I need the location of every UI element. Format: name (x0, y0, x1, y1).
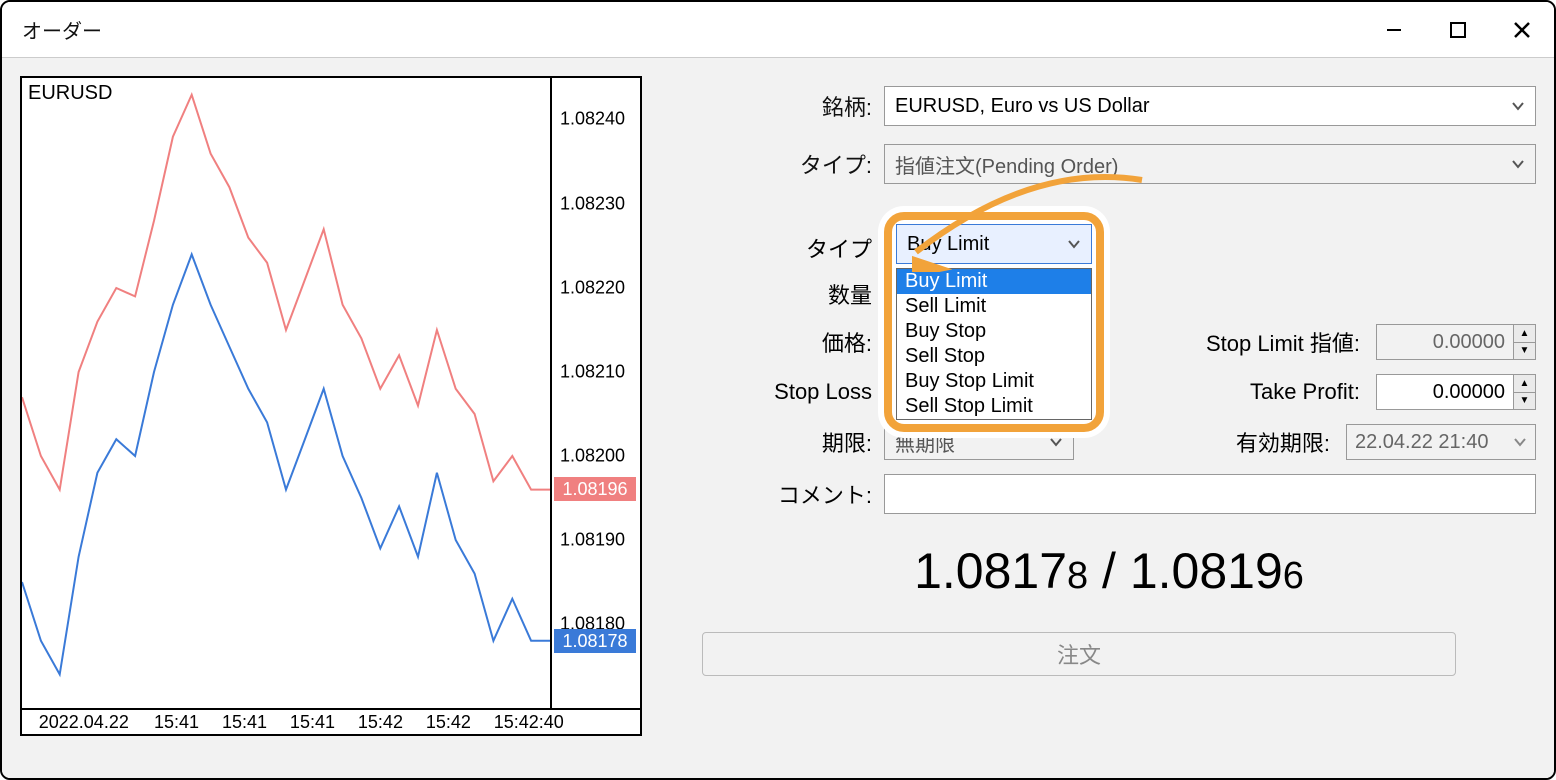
takeprofit-spinner[interactable]: ▲▼ (1514, 374, 1536, 410)
price-separator: / (1088, 543, 1130, 599)
y-tick: 1.08200 (560, 446, 625, 467)
chevron-down-icon (1513, 435, 1527, 449)
stoplimit-value: 0.00000 (1376, 324, 1514, 360)
y-tick: 1.08230 (560, 194, 625, 215)
order-type-dropdown-value: 指値注文(Pending Order) (895, 150, 1118, 179)
chart-plot[interactable] (22, 78, 552, 708)
x-tick: 15:42 (358, 712, 403, 733)
chart-symbol-title: EURUSD (28, 82, 112, 105)
bid-ask-display: 1.08178 / 1.08196 (682, 542, 1536, 600)
chevron-down-icon (1511, 157, 1525, 171)
bid-main: 1.0817 (914, 543, 1067, 599)
pending-type-callout: Buy Limit Buy Limit Sell Limit Buy Stop … (884, 212, 1104, 432)
bid-sub: 8 (1067, 555, 1088, 597)
place-order-button[interactable]: 注文 (702, 632, 1456, 676)
valid-until-label: 有効期限: (1150, 426, 1330, 458)
chevron-down-icon (1067, 237, 1081, 251)
chart-x-axis: 2022.04.22 15:41 15:41 15:41 15:42 15:42… (22, 708, 640, 734)
valid-until-input[interactable]: 22.04.22 21:40 (1346, 424, 1536, 460)
y-tick: 1.08210 (560, 361, 625, 382)
symbol-dropdown-value: EURUSD, Euro vs US Dollar (895, 95, 1150, 118)
takeprofit-value: 0.00000 (1376, 374, 1514, 410)
x-tick: 15:41 (290, 712, 335, 733)
valid-until-value: 22.04.22 21:40 (1355, 431, 1488, 454)
y-tick: 1.08240 (560, 108, 625, 129)
pending-type-option[interactable]: Buy Limit (897, 269, 1091, 294)
x-tick: 15:41 (222, 712, 267, 733)
window-controls (1362, 2, 1554, 58)
stoplimit-spinner[interactable]: ▲▼ (1514, 324, 1536, 360)
order-type-dropdown[interactable]: 指値注文(Pending Order) (884, 144, 1536, 184)
window-title: オーダー (22, 15, 102, 44)
titlebar: オーダー (2, 2, 1554, 58)
comment-label: コメント: (682, 478, 872, 510)
takeprofit-input[interactable]: 0.00000 ▲▼ (1376, 374, 1536, 410)
pending-type-option[interactable]: Buy Stop Limit (897, 369, 1091, 394)
pending-type-option[interactable]: Sell Limit (897, 294, 1091, 319)
order-window: オーダー EURUSD 1.08240 1.08230 (0, 0, 1556, 780)
pending-order-section: Buy Limit Buy Limit Sell Limit Buy Stop … (682, 232, 1536, 514)
bid-price-tag: 1.08178 (554, 629, 636, 653)
volume-label: 数量 (682, 278, 872, 310)
ask-main: 1.0819 (1130, 543, 1283, 599)
ask-sub: 6 (1283, 555, 1304, 597)
x-tick: 15:42:40 (494, 712, 564, 733)
ask-price-tag: 1.08196 (554, 477, 636, 501)
chart-y-axis: 1.08240 1.08230 1.08220 1.08210 1.08200 … (552, 78, 640, 708)
pending-type-selected: Buy Limit (907, 233, 989, 256)
order-form: 銘柄: EURUSD, Euro vs US Dollar タイプ: 指値注文(… (682, 76, 1536, 760)
order-type-label: タイプ: (682, 148, 872, 180)
symbol-label: 銘柄: (682, 90, 872, 122)
stoplimit-input[interactable]: 0.00000 ▲▼ (1376, 324, 1536, 360)
pending-type-dropdown[interactable]: Buy Limit (896, 224, 1092, 264)
spin-down-icon[interactable]: ▼ (1514, 393, 1535, 410)
stoplimit-label: Stop Limit 指値: (1180, 326, 1360, 358)
y-tick: 1.08190 (560, 529, 625, 550)
spin-up-icon[interactable]: ▲ (1514, 375, 1535, 393)
content-area: EURUSD 1.08240 1.08230 1.08220 1.08210 1… (2, 58, 1554, 778)
stoploss-label: Stop Loss (682, 379, 872, 405)
order-button-label: 注文 (1057, 638, 1101, 670)
pending-type-option[interactable]: Buy Stop (897, 319, 1091, 344)
x-tick: 2022.04.22 (39, 712, 129, 733)
pending-type-listbox[interactable]: Buy Limit Sell Limit Buy Stop Sell Stop … (896, 268, 1092, 420)
pending-type-option[interactable]: Sell Stop Limit (897, 394, 1091, 419)
expiry-label: 期限: (682, 426, 872, 458)
minimize-button[interactable] (1362, 2, 1426, 58)
pending-type-label: タイプ (682, 232, 872, 264)
close-button[interactable] (1490, 2, 1554, 58)
symbol-dropdown[interactable]: EURUSD, Euro vs US Dollar (884, 86, 1536, 126)
chart-body: 1.08240 1.08230 1.08220 1.08210 1.08200 … (22, 78, 640, 708)
maximize-button[interactable] (1426, 2, 1490, 58)
chart-panel: EURUSD 1.08240 1.08230 1.08220 1.08210 1… (20, 76, 642, 736)
takeprofit-label: Take Profit: (1180, 379, 1360, 405)
comment-input[interactable] (884, 474, 1536, 514)
spin-down-icon[interactable]: ▼ (1514, 343, 1535, 360)
chevron-down-icon (1049, 435, 1063, 449)
x-tick: 15:42 (426, 712, 471, 733)
spin-up-icon[interactable]: ▲ (1514, 325, 1535, 343)
y-tick: 1.08220 (560, 277, 625, 298)
chevron-down-icon (1511, 99, 1525, 113)
price-label: 価格: (682, 326, 872, 358)
pending-type-option[interactable]: Sell Stop (897, 344, 1091, 369)
x-tick: 15:41 (154, 712, 199, 733)
